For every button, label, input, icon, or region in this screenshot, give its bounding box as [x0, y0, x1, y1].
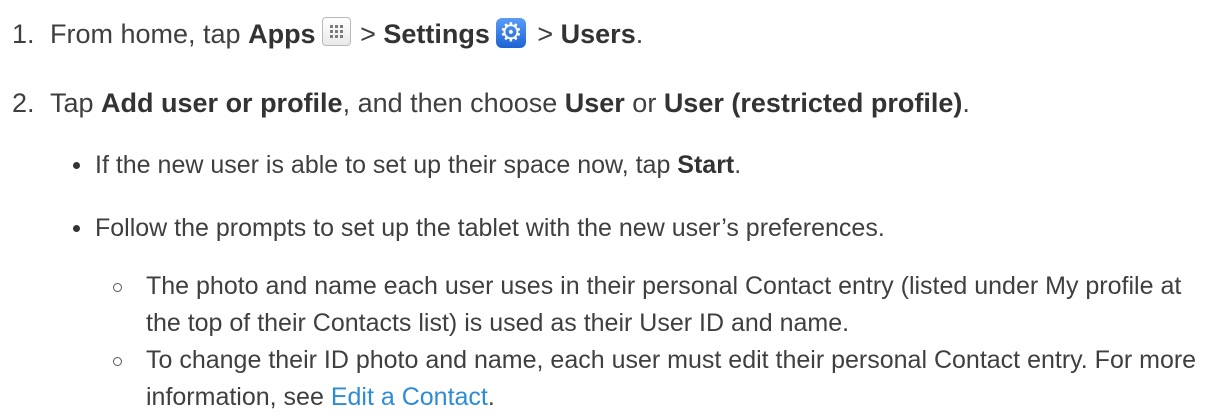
bullet-text: If the new user is able to set up their … [95, 146, 741, 184]
settings-gear-icon [495, 18, 526, 48]
bullet-text: Follow the prompts to set up the tablet … [95, 214, 885, 242]
period: . [635, 19, 644, 49]
apps-label: Apps [248, 19, 316, 49]
user-label: User [564, 88, 625, 118]
step-text: Tap Add user or profile, and then choose… [50, 83, 970, 123]
settings-label: Settings [383, 19, 490, 49]
sub-bullet-text-part: To change their ID photo and name, each … [146, 346, 1197, 411]
bullet-dot [73, 225, 80, 232]
users-label: Users [560, 19, 636, 49]
step-text: From home, tap Apps > Settings > Users. [50, 14, 643, 54]
step-number: 2. [12, 88, 35, 118]
restricted-profile-label: User (restricted profile) [663, 88, 963, 118]
bullet-dot [73, 162, 80, 169]
apps-grid-icon [321, 17, 351, 46]
separator: > [352, 19, 384, 49]
sub-bullet-circle [113, 357, 122, 366]
period: . [487, 383, 495, 411]
period: . [962, 88, 970, 118]
add-user-label: Add user or profile [101, 88, 343, 118]
step-text-part: , and then choose [342, 88, 565, 118]
sub-bullet-text: The photo and name each user uses in the… [146, 272, 1182, 337]
sub-bullet-circle [113, 283, 122, 292]
separator: > [529, 19, 561, 49]
start-label: Start [677, 151, 735, 179]
period: . [734, 151, 742, 179]
step-number: 1. [12, 19, 35, 49]
edit-contact-link[interactable]: Edit a Contact [331, 383, 488, 411]
step-text-part: or [624, 88, 664, 118]
bullet-text-part: If the new user is able to set up their … [95, 151, 678, 179]
step-text-part: From home, tap [50, 19, 249, 49]
step-text-part: Tap [50, 88, 102, 118]
sub-bullet-text: To change their ID photo and name, each … [146, 342, 1206, 416]
